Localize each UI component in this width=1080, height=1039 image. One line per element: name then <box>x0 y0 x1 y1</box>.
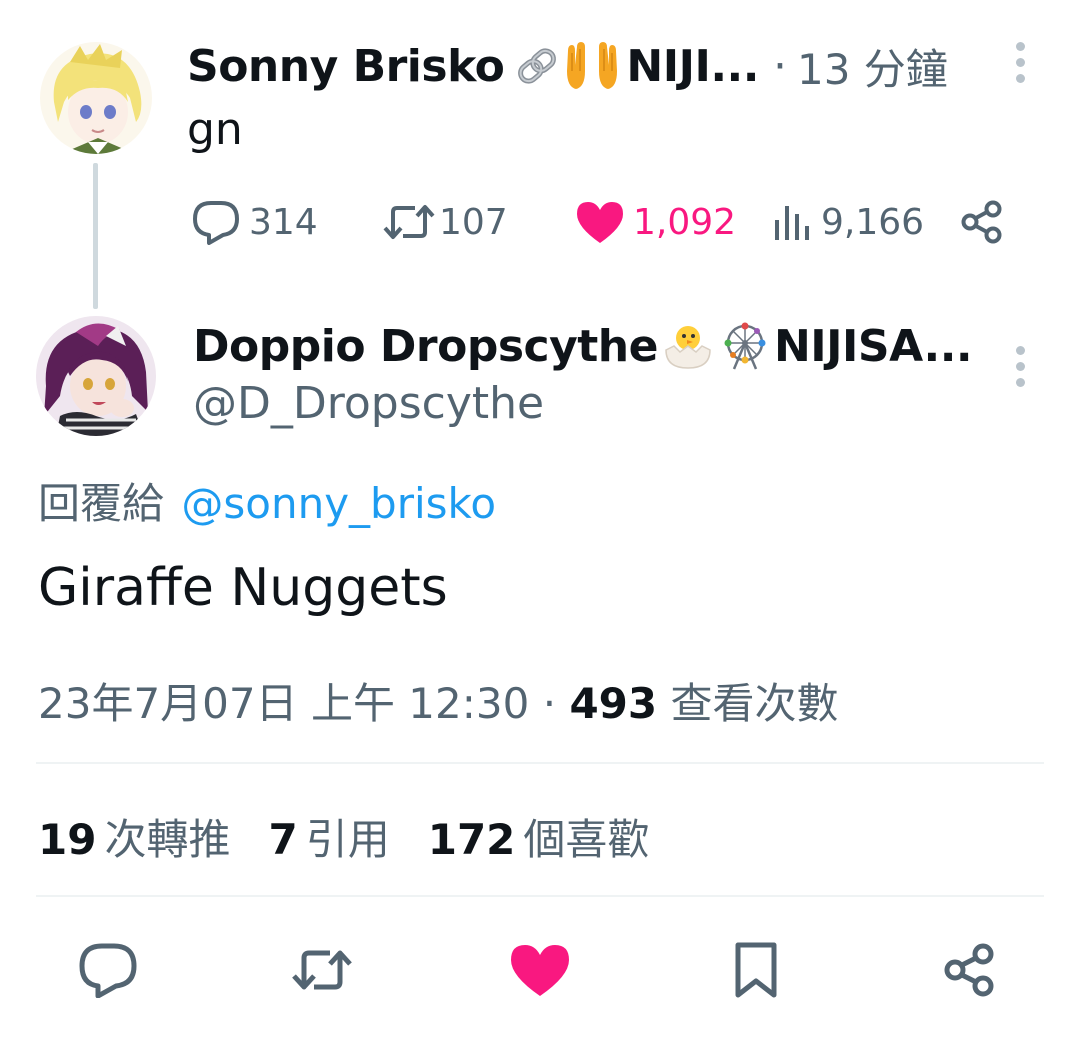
bookmark-icon <box>735 942 777 998</box>
meta-separator: · <box>542 679 557 728</box>
parent-display-name-tail[interactable]: NIJI... <box>626 41 759 92</box>
analytics-icon <box>775 206 809 240</box>
parent-tweet-text: gn <box>187 104 243 155</box>
main-action-bar <box>0 938 1080 1002</box>
palms-up-emoji-icon <box>564 41 620 91</box>
retweets-stat[interactable]: 19 次轉推 <box>38 806 230 867</box>
tweet-timestamp[interactable]: 23年7月07日 上午 12:30 <box>38 679 529 728</box>
parent-retweet-count: 107 <box>439 201 508 243</box>
divider-bottom <box>36 895 1044 897</box>
parent-avatar[interactable] <box>40 42 152 154</box>
like-button[interactable] <box>508 938 572 1002</box>
header-separator: · <box>772 40 787 92</box>
parent-reply-button[interactable]: 314 <box>191 190 318 254</box>
share-icon <box>944 943 994 997</box>
engagement-stats: 19 次轉推 7 引用 172 個喜歡 <box>38 806 687 867</box>
reply-to-mention-link[interactable]: @sonny_brisko <box>181 479 496 528</box>
likes-count: 172 <box>427 815 516 864</box>
reply-icon <box>79 943 137 998</box>
heart-filled-icon <box>577 202 623 243</box>
tweet-meta: 23年7月07日 上午 12:30 · 493 查看次數 <box>38 670 838 731</box>
likes-label: 個喜歡 <box>523 815 650 864</box>
retweets-count: 19 <box>38 815 97 864</box>
ferris-wheel-emoji-icon <box>720 321 770 371</box>
main-tweet-header: Doppio Dropscythe NIJISA... @D_Dropscyth… <box>193 316 973 430</box>
retweet-icon <box>383 205 435 239</box>
view-label: 查看次數 <box>670 679 839 728</box>
reply-button[interactable] <box>76 938 140 1002</box>
parent-share-button[interactable] <box>959 190 1005 254</box>
main-display-name[interactable]: Doppio Dropscythe <box>193 321 658 372</box>
hatching-chick-emoji-icon <box>660 322 716 370</box>
reply-to-prefix: 回覆給 <box>38 479 165 528</box>
bookmark-button[interactable] <box>724 938 788 1002</box>
parent-like-count: 1,092 <box>633 201 737 243</box>
heart-filled-icon <box>511 945 569 996</box>
parent-action-row: 314 107 1,092 9,166 <box>187 190 1017 254</box>
quotes-stat[interactable]: 7 引用 <box>268 806 389 867</box>
main-handle[interactable]: @D_Dropscythe <box>193 378 972 429</box>
main-tweet-text: Giraffe Nuggets <box>38 558 448 618</box>
view-count: 493 <box>569 679 658 728</box>
parent-display-name[interactable]: Sonny Brisko <box>187 41 505 92</box>
link-emoji-icon <box>514 43 560 89</box>
thread-connector-line <box>93 163 98 309</box>
likes-stat[interactable]: 172 個喜歡 <box>428 806 650 867</box>
parent-reply-count: 314 <box>249 201 318 243</box>
main-avatar[interactable] <box>36 316 156 436</box>
retweets-label: 次轉推 <box>104 815 231 864</box>
retweet-button[interactable] <box>290 938 354 1002</box>
parent-more-options-icon[interactable] <box>1010 42 1030 83</box>
parent-time-ago[interactable]: 13 分鐘 <box>797 36 948 97</box>
divider-top <box>36 762 1044 764</box>
retweet-icon <box>292 950 352 990</box>
main-display-name-tail[interactable]: NIJISA... <box>774 321 973 372</box>
parent-views-button[interactable]: 9,166 <box>771 190 924 254</box>
parent-view-count: 9,166 <box>821 201 925 243</box>
reply-icon <box>193 201 239 245</box>
parent-tweet-header: Sonny Brisko NIJI... · 13 分鐘 <box>187 36 948 96</box>
share-icon <box>961 200 1002 244</box>
parent-retweet-button[interactable]: 107 <box>381 190 508 254</box>
quotes-count: 7 <box>268 815 298 864</box>
quotes-label: 引用 <box>305 815 390 864</box>
main-more-options-icon[interactable] <box>1010 346 1030 387</box>
parent-like-button[interactable]: 1,092 <box>575 190 736 254</box>
reply-to-line: 回覆給 @sonny_brisko <box>38 470 496 531</box>
share-button[interactable] <box>938 938 1002 1002</box>
